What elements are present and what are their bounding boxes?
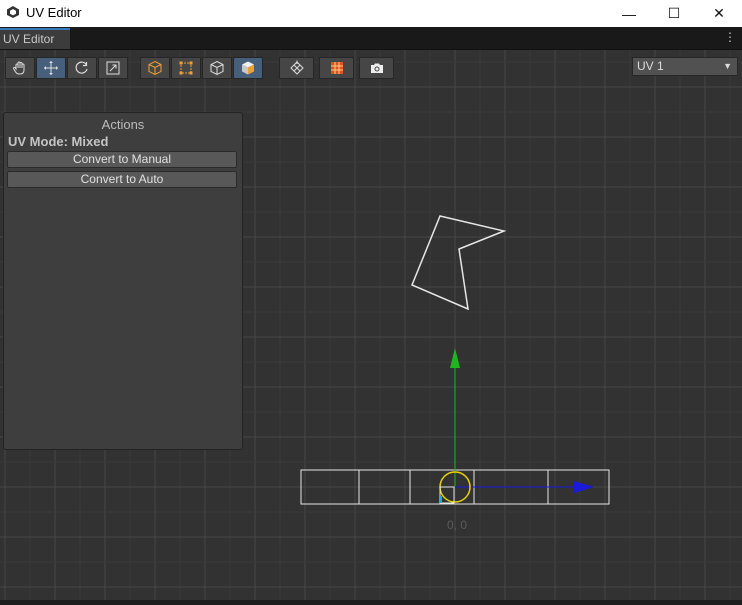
uv-geometry: 0, 0 [300, 215, 610, 532]
tab-bar: UV Editor ⋮ [0, 27, 742, 50]
bottom-scrollbar[interactable] [0, 600, 742, 605]
tab-uv-editor[interactable]: UV Editor [0, 28, 70, 49]
title-bar: UV Editor — ☐ ✕ [0, 0, 742, 27]
close-button[interactable]: ✕ [696, 0, 742, 27]
maximize-button[interactable]: ☐ [651, 0, 697, 27]
x-axis-arrow-icon[interactable] [574, 481, 594, 493]
window-title: UV Editor [26, 5, 82, 20]
uv-island-outline[interactable] [411, 215, 507, 311]
uv-viewport[interactable]: UV 1 ▼ Actions UV Mode: Mixed Convert to… [0, 50, 742, 603]
y-axis-arrow-icon[interactable] [450, 348, 460, 368]
minimize-button[interactable]: — [606, 0, 652, 27]
origin-label: 0, 0 [447, 518, 467, 532]
unity-logo-icon [7, 6, 19, 18]
tab-menu-icon[interactable]: ⋮ [724, 30, 736, 44]
